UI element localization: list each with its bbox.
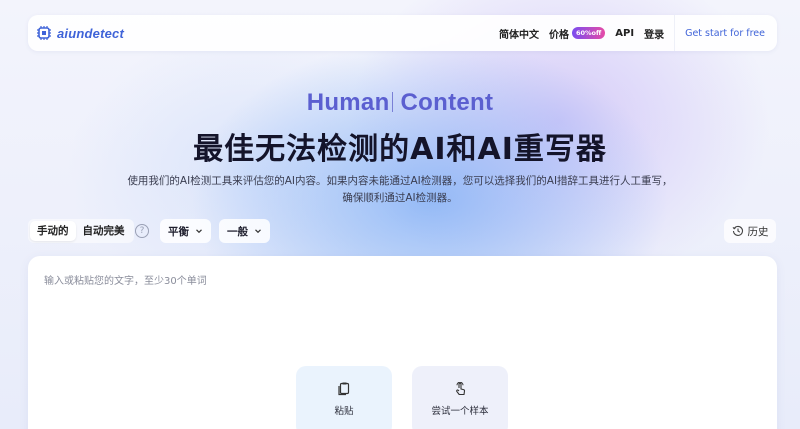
hero-tagline-right: Content — [400, 89, 494, 116]
level-select-value: 一般 — [227, 225, 248, 238]
paste-label: 粘贴 — [334, 406, 354, 417]
logo-chip-icon — [37, 26, 51, 40]
pricing-link[interactable]: 价格 60%off — [548, 26, 606, 41]
logo[interactable]: aiundetect — [36, 25, 124, 41]
get-started-button[interactable]: Get start for free — [674, 15, 777, 51]
mode-toggle: 手动的 自动完美 — [28, 219, 134, 243]
level-select[interactable]: 一般 — [219, 219, 270, 243]
try-sample-label: 尝试一个样本 — [431, 406, 489, 417]
chevron-down-icon — [196, 229, 202, 234]
tone-select[interactable]: 平衡 — [160, 219, 211, 243]
api-link[interactable]: API — [615, 28, 634, 39]
page-title: 最佳无法检测的AI和AI重写器 — [193, 132, 607, 167]
tone-select-value: 平衡 — [168, 225, 189, 238]
history-button[interactable]: 历史 — [724, 219, 776, 243]
hand-tap-icon — [456, 382, 466, 396]
chevron-down-icon — [255, 229, 261, 234]
mode-auto-tab[interactable]: 自动完美 — [76, 221, 132, 241]
language-switch[interactable]: 简体中文 — [499, 26, 539, 41]
brand-name: aiundetect — [57, 25, 125, 41]
typing-cursor — [391, 92, 393, 112]
top-nav: aiundetect 简体中文 价格 60%off API 登录 Get sta… — [28, 15, 777, 51]
history-label: 历史 — [747, 225, 769, 238]
hero-tagline: Human Content — [0, 89, 800, 117]
hero-tagline-left: Human — [306, 89, 390, 116]
history-clock-icon — [732, 225, 743, 236]
pricing-label: 价格 — [548, 29, 569, 41]
login-link[interactable]: 登录 — [644, 26, 664, 41]
mode-manual-tab[interactable]: 手动的 — [30, 221, 76, 241]
try-sample-button[interactable]: 尝试一个样本 — [412, 366, 508, 429]
discount-badge: 60%off — [571, 27, 606, 39]
description-line-2: 确保顺利通过AI检测器。 — [342, 192, 458, 204]
paste-button[interactable]: 粘贴 — [296, 366, 392, 429]
question-circle-icon[interactable]: ? — [135, 224, 149, 238]
text-editor[interactable]: 输入或粘贴您的文字，至少30个单词 粘贴 尝试一个样本 — [28, 256, 777, 429]
description-line-1: 使用我们的AI检测工具来评估您的AI内容。如果内容未能通过AI检测器，您可以选择… — [127, 175, 673, 187]
paste-icon — [338, 382, 350, 396]
editor-placeholder: 输入或粘贴您的文字，至少30个单词 — [44, 276, 207, 287]
hero-description: 使用我们的AI检测工具来评估您的AI内容。如果内容未能通过AI检测器，您可以选择… — [120, 173, 680, 207]
